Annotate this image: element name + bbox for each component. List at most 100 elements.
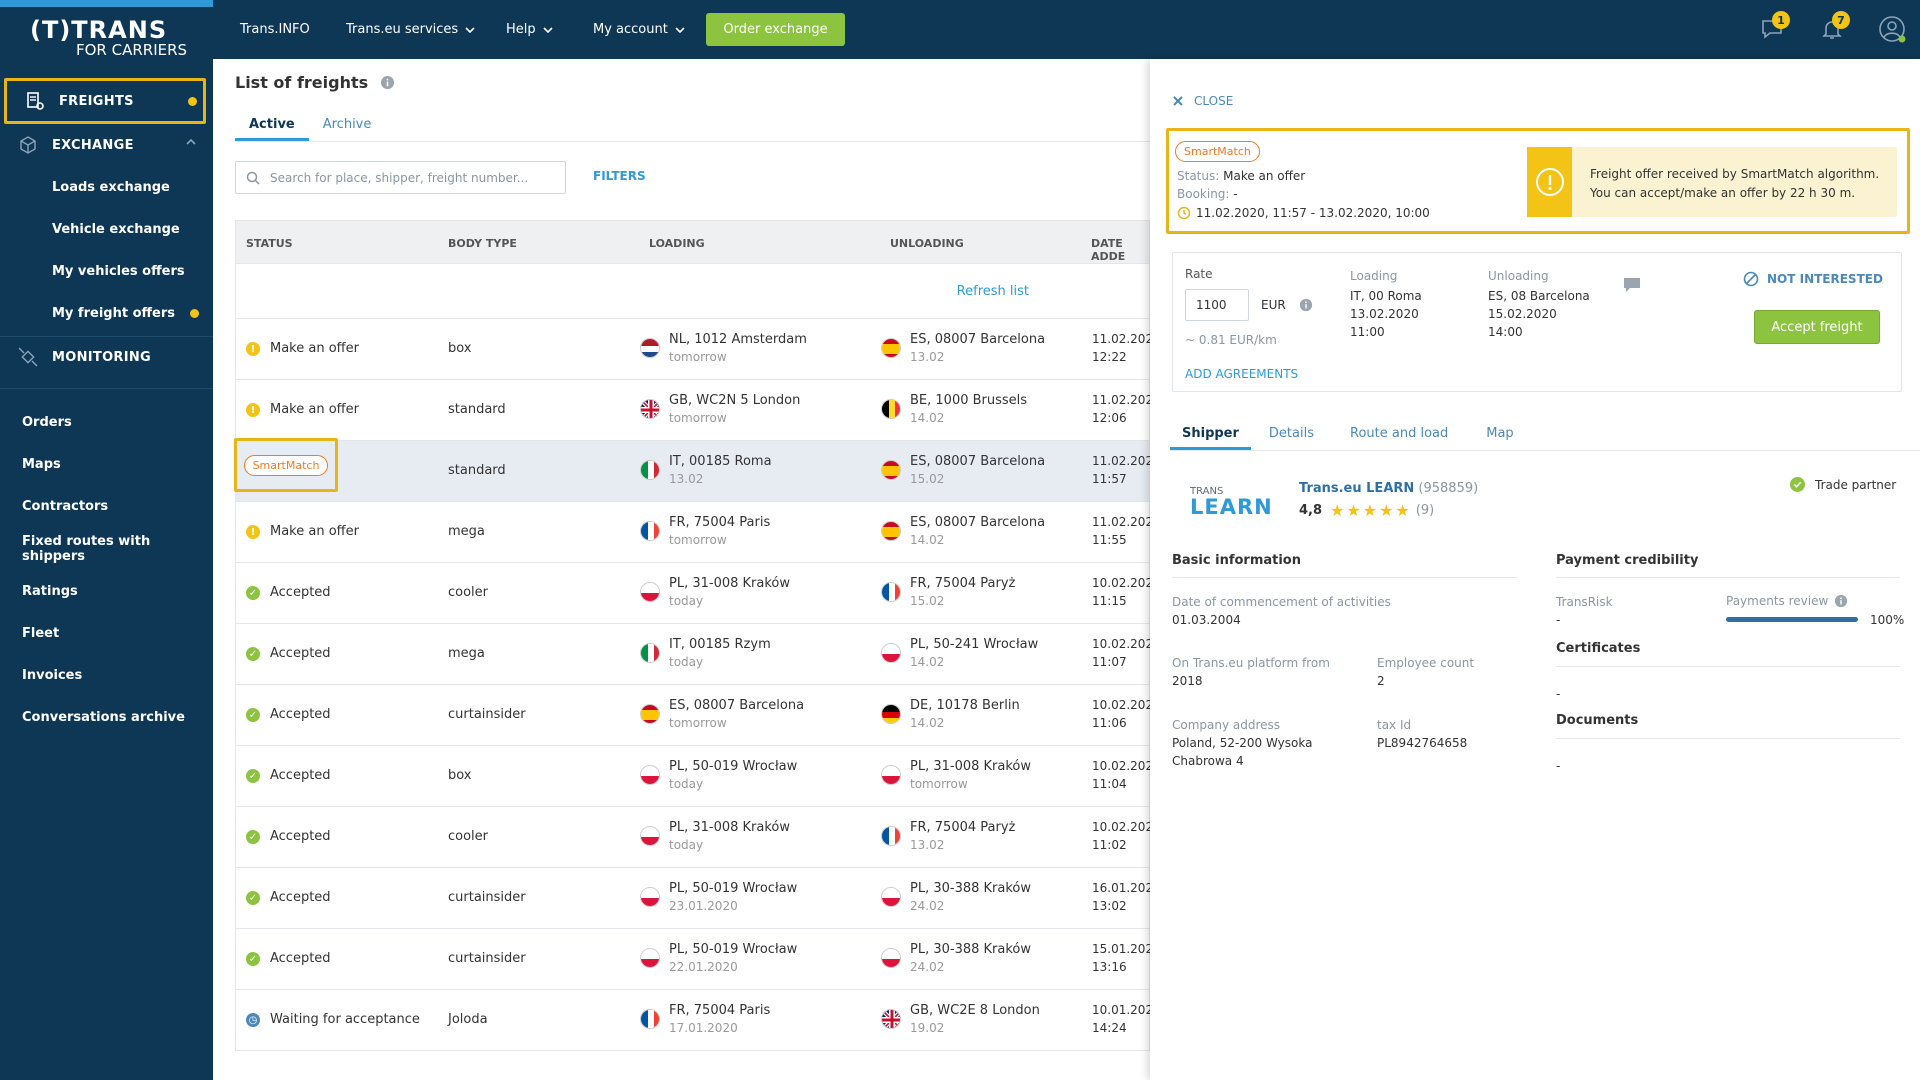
certificates-value: - bbox=[1556, 687, 1561, 701]
tab-route-and-load[interactable]: Route and load bbox=[1338, 419, 1460, 450]
unloading-place: ES, 08007 Barcelona bbox=[910, 454, 1046, 469]
tab-archive[interactable]: Archive bbox=[309, 111, 386, 141]
nav-services[interactable]: Trans.eu services bbox=[346, 0, 476, 59]
smartmatch-highlight: SmartMatch bbox=[234, 438, 338, 492]
table-row[interactable]: ! Make an offer mega FR, 75004 Paris tom… bbox=[235, 502, 1153, 563]
sidebar-item-my-vehicles-offers[interactable]: My vehicles offers bbox=[0, 258, 213, 284]
filters-button[interactable]: FILTERS bbox=[593, 169, 646, 183]
nav-help[interactable]: Help bbox=[506, 0, 554, 59]
sidebar-item-freights[interactable]: FREIGHTS bbox=[4, 78, 206, 124]
accept-freight-button[interactable]: Accept freight bbox=[1754, 310, 1880, 344]
time-added: 12:06 bbox=[1092, 411, 1127, 425]
status-text: Accepted bbox=[270, 890, 331, 905]
chevron-down-icon bbox=[675, 26, 685, 33]
unloading-date: 15.02.2020 bbox=[1488, 307, 1557, 321]
table-row[interactable]: ✓ Accepted mega IT, 00185 Rzym today PL,… bbox=[235, 624, 1153, 685]
time-added: 14:24 bbox=[1092, 1021, 1127, 1035]
tax-label: tax Id bbox=[1377, 718, 1412, 732]
flag-poland-icon bbox=[640, 948, 660, 968]
date-added: 10.02.202 bbox=[1092, 759, 1154, 773]
loading-time: 11:00 bbox=[1350, 325, 1385, 339]
tab-map[interactable]: Map bbox=[1474, 419, 1525, 450]
exclamation-icon: ! bbox=[246, 403, 260, 417]
not-interested-button[interactable]: NOT INTERESTED bbox=[1743, 271, 1883, 287]
check-icon: ✓ bbox=[246, 708, 260, 722]
sidebar-item-maps[interactable]: Maps bbox=[0, 451, 213, 477]
loading-when: tomorrow bbox=[669, 350, 727, 364]
chevron-down-icon bbox=[465, 26, 475, 33]
table-row[interactable]: ✓ Accepted cooler PL, 31-008 Kraków toda… bbox=[235, 807, 1153, 868]
table-row[interactable]: ✓ Accepted curtainsider ES, 08007 Barcel… bbox=[235, 685, 1153, 746]
payments-review-bar bbox=[1726, 617, 1858, 622]
nav-trans-info[interactable]: Trans.INFO bbox=[240, 0, 310, 59]
messages-badge: 1 bbox=[1772, 11, 1790, 29]
loading-when: tomorrow bbox=[669, 533, 727, 547]
info-icon[interactable] bbox=[1299, 298, 1313, 312]
unloading-place: GB, WC2E 8 London bbox=[910, 1003, 1040, 1018]
sidebar-item-loads-exchange[interactable]: Loads exchange bbox=[0, 174, 213, 200]
table-row[interactable]: ✓ Accepted curtainsider PL, 50-019 Wrocł… bbox=[235, 868, 1153, 929]
unloading-place: PL, 30-388 Kraków bbox=[910, 942, 1032, 957]
sidebar-item-contractors[interactable]: Contractors bbox=[0, 493, 213, 519]
sidebar-item-my-freight-offers[interactable]: My freight offers bbox=[0, 300, 213, 326]
refresh-list-link[interactable]: Refresh list bbox=[957, 284, 1029, 299]
sidebar-item-exchange[interactable]: EXCHANGE bbox=[0, 130, 213, 160]
close-panel-button[interactable]: CLOSE bbox=[1172, 94, 1233, 108]
user-avatar-button[interactable] bbox=[1878, 15, 1906, 47]
company-rating[interactable]: 4,8 ★★★★★ (9) bbox=[1299, 501, 1434, 520]
rate-input[interactable]: 1100 bbox=[1185, 289, 1249, 321]
comment-icon[interactable] bbox=[1623, 277, 1641, 293]
sidebar-item-vehicle-exchange[interactable]: Vehicle exchange bbox=[0, 216, 213, 242]
my-freight-offers-notification-dot bbox=[190, 308, 199, 318]
column-header-date-added[interactable]: DATE ADDE bbox=[1091, 237, 1149, 263]
sidebar-item-invoices[interactable]: Invoices bbox=[0, 662, 213, 688]
table-row[interactable]: ! Make an offer box NL, 1012 Amsterdam t… bbox=[235, 319, 1153, 380]
sidebar-item-fleet[interactable]: Fleet bbox=[0, 620, 213, 646]
add-agreements-link[interactable]: ADD AGREEMENTS bbox=[1185, 367, 1298, 381]
sidebar-item-orders[interactable]: Orders bbox=[0, 409, 213, 435]
unloading-when: 13.02 bbox=[910, 350, 945, 364]
brand-logo[interactable]: (T)TRANS FOR CARRIERS bbox=[30, 18, 190, 58]
column-header-unloading[interactable]: UNLOADING bbox=[890, 237, 964, 250]
notifications-button[interactable]: 7 bbox=[1820, 11, 1850, 45]
chevron-up-icon[interactable] bbox=[185, 136, 197, 152]
loading-place: IT, 00185 Rzym bbox=[669, 637, 771, 652]
table-row[interactable]: ✓ Accepted curtainsider PL, 50-019 Wrocł… bbox=[235, 929, 1153, 990]
body-type: Joloda bbox=[448, 1012, 488, 1027]
tab-details[interactable]: Details bbox=[1257, 419, 1326, 450]
nav-my-account[interactable]: My account bbox=[593, 0, 686, 59]
info-icon[interactable] bbox=[380, 75, 395, 90]
time-added: 12:22 bbox=[1092, 350, 1127, 364]
tab-active[interactable]: Active bbox=[235, 111, 309, 141]
loading-place: PL, 50-019 Wrocław bbox=[669, 881, 798, 896]
info-icon[interactable] bbox=[1834, 594, 1848, 608]
column-header-loading[interactable]: LOADING bbox=[649, 237, 705, 250]
loading-when: tomorrow bbox=[669, 411, 727, 425]
column-header-body-type[interactable]: BODY TYPE bbox=[448, 237, 517, 250]
messages-button[interactable]: 1 bbox=[1760, 11, 1790, 45]
company-name-link[interactable]: Trans.eu LEARN bbox=[1299, 481, 1414, 496]
column-header-status[interactable]: STATUS bbox=[246, 237, 293, 250]
status-text: Accepted bbox=[270, 707, 331, 722]
order-exchange-button[interactable]: Order exchange bbox=[706, 13, 845, 46]
table-row[interactable]: SmartMatch standard IT, 00185 Roma 13.02… bbox=[234, 438, 1153, 502]
sidebar-item-ratings[interactable]: Ratings bbox=[0, 578, 213, 604]
search-input[interactable]: Search for place, shipper, freight numbe… bbox=[235, 161, 566, 194]
time-added: 11:02 bbox=[1092, 838, 1127, 852]
check-icon bbox=[1790, 477, 1805, 492]
sidebar-item-monitoring[interactable]: MONITORING bbox=[0, 342, 213, 372]
body-type: curtainsider bbox=[448, 707, 526, 722]
payments-review-value: 100% bbox=[1870, 613, 1905, 627]
documents-value: - bbox=[1556, 759, 1561, 773]
clock-icon bbox=[1177, 206, 1191, 220]
unloading-when: 15.02 bbox=[910, 472, 945, 486]
flag-poland-icon bbox=[881, 765, 901, 785]
table-row[interactable]: ◷ Waiting for acceptance Joloda FR, 7500… bbox=[235, 990, 1153, 1051]
sidebar-item-fixed-routes[interactable]: Fixed routes with shippers bbox=[0, 534, 213, 564]
table-row[interactable]: ! Make an offer standard GB, WC2N 5 Lond… bbox=[235, 380, 1153, 441]
tab-shipper[interactable]: Shipper bbox=[1170, 419, 1251, 450]
sidebar-item-conversations-archive[interactable]: Conversations archive bbox=[0, 704, 213, 730]
loading-when: today bbox=[669, 655, 704, 669]
table-row[interactable]: ✓ Accepted box PL, 50-019 Wrocław today … bbox=[235, 746, 1154, 807]
table-row[interactable]: ✓ Accepted cooler PL, 31-008 Kraków toda… bbox=[235, 563, 1153, 624]
